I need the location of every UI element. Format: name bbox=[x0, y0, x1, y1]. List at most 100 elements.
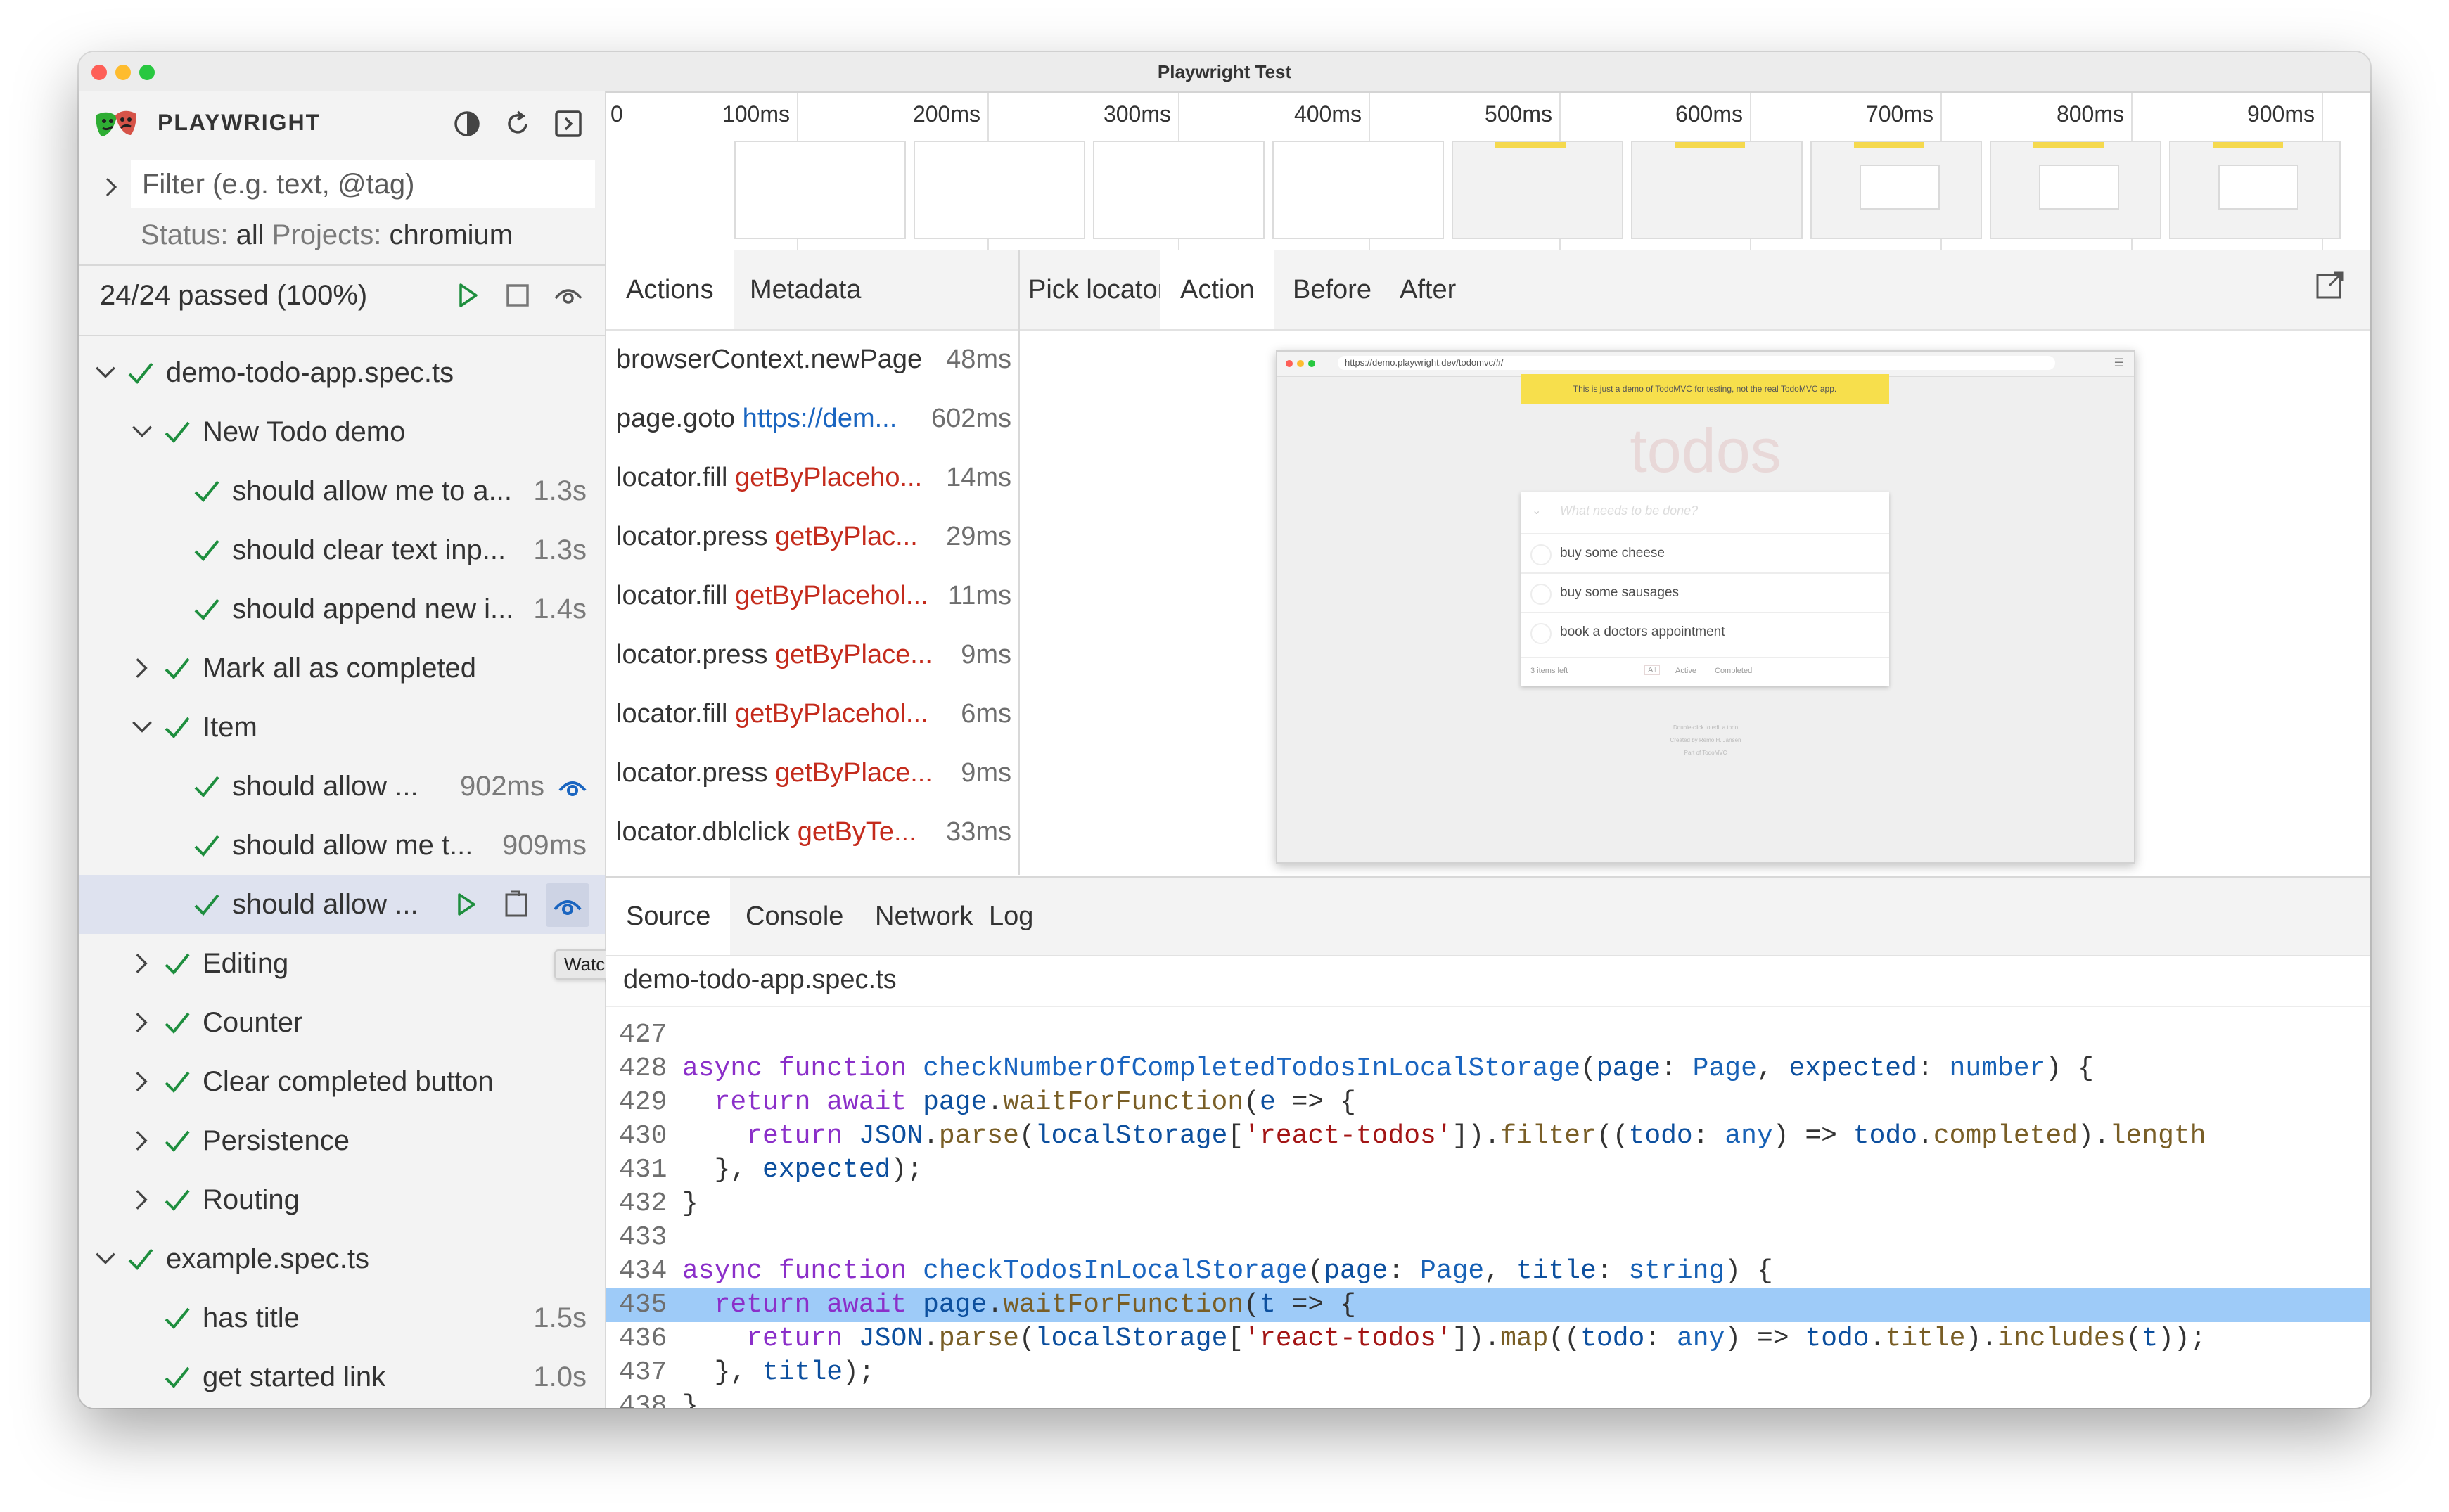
snapshot-info-2: Created by Remo H. Jansen bbox=[1670, 737, 1741, 743]
action-item[interactable]: locator.fill getByPlaceho... 14ms bbox=[606, 449, 1018, 508]
tab-console[interactable]: Console bbox=[726, 878, 863, 955]
code-token: expected bbox=[1789, 1053, 1917, 1084]
chevron-right-icon[interactable] bbox=[128, 1008, 156, 1037]
timeline-tick-label: 200ms bbox=[912, 101, 980, 127]
code-token: title bbox=[762, 1357, 843, 1388]
tree-item-label: should allow ... bbox=[232, 889, 418, 920]
projects-value[interactable]: chromium bbox=[390, 219, 513, 250]
chevron-down-icon[interactable] bbox=[91, 359, 120, 387]
status-value[interactable]: all bbox=[236, 219, 264, 250]
menu-icon: ☰ bbox=[2114, 357, 2124, 369]
timeline[interactable]: 0 100ms 200ms 300ms 400ms 500ms 600ms 700ms 800m… bbox=[606, 93, 2370, 252]
chevron-right-icon[interactable] bbox=[128, 1068, 156, 1096]
action-item[interactable]: locator.dblclick getByTe... 33ms bbox=[606, 803, 1018, 862]
chevron-right-icon[interactable] bbox=[98, 174, 124, 200]
tab-metadata[interactable]: Metadata bbox=[730, 250, 881, 329]
stop-icon[interactable] bbox=[502, 280, 533, 311]
code-token: : bbox=[1917, 1053, 1950, 1084]
tab-actions[interactable]: Actions bbox=[606, 250, 734, 329]
filmstrip-frame[interactable] bbox=[914, 141, 1085, 239]
action-item[interactable]: browserContext.newPage 48ms bbox=[606, 331, 1018, 390]
run-icon[interactable] bbox=[450, 889, 481, 920]
tree-item[interactable]: Counter bbox=[79, 993, 605, 1052]
tree-item[interactable]: should allow ... bbox=[79, 875, 605, 934]
tree-item-label: Mark all as completed bbox=[203, 653, 477, 684]
code-text: }, expected); bbox=[682, 1153, 923, 1187]
code-token: ( bbox=[2125, 1324, 2142, 1354]
show-source-icon[interactable] bbox=[501, 889, 532, 920]
reload-icon[interactable] bbox=[502, 108, 533, 139]
filmstrip-frame[interactable] bbox=[734, 141, 906, 239]
filmstrip-frame[interactable] bbox=[1452, 141, 1623, 239]
tab-before[interactable]: Before bbox=[1273, 250, 1391, 329]
tab-action[interactable]: Action bbox=[1160, 250, 1274, 329]
filmstrip-frame[interactable] bbox=[1990, 141, 2161, 239]
page-snapshot[interactable]: https://demo.playwright.dev/todomvc/#/ ☰… bbox=[1276, 350, 2135, 864]
filmstrip-frame[interactable] bbox=[1093, 141, 1265, 239]
tab-log[interactable]: Log bbox=[969, 878, 1053, 955]
tree-item[interactable]: should clear text inp... 1.3s bbox=[79, 520, 605, 579]
check-icon bbox=[194, 776, 219, 797]
action-argument: getByPlac... bbox=[775, 522, 918, 551]
filmstrip-frame[interactable] bbox=[1631, 141, 1803, 239]
code-token: return bbox=[714, 1087, 827, 1117]
action-item[interactable]: locator.press getByPlace... 9ms bbox=[606, 744, 1018, 803]
watch-button[interactable] bbox=[546, 883, 589, 927]
chevron-down-icon[interactable] bbox=[91, 1245, 120, 1273]
filmstrip-frame[interactable] bbox=[2169, 141, 2341, 239]
code-token: . bbox=[987, 1087, 1004, 1117]
action-item[interactable]: locator.press getByPlac... 29ms bbox=[606, 508, 1018, 567]
tab-after[interactable]: After bbox=[1380, 250, 1476, 329]
open-external-icon[interactable] bbox=[2314, 269, 2346, 301]
tree-item-duration: 1.5s bbox=[533, 1302, 587, 1333]
tree-item[interactable]: example.spec.ts bbox=[79, 1229, 605, 1288]
filter-input[interactable] bbox=[131, 160, 595, 208]
tree-item[interactable]: should allow ... 902ms bbox=[79, 757, 605, 816]
tree-item[interactable]: demo-todo-app.spec.ts bbox=[79, 343, 605, 402]
action-item[interactable]: locator.fill getByPlacehol... 11ms bbox=[606, 567, 1018, 626]
line-number: 435 bbox=[619, 1290, 667, 1320]
action-item[interactable]: locator.fill getByPlacehol... 6ms bbox=[606, 685, 1018, 744]
run-all-icon[interactable] bbox=[452, 280, 482, 311]
tree-item[interactable]: get started link 1.0s bbox=[79, 1347, 605, 1407]
action-name: locator.fill bbox=[616, 463, 728, 492]
snapshot-count: 3 items left bbox=[1530, 667, 1568, 675]
tree-item[interactable]: has title 1.5s bbox=[79, 1288, 605, 1347]
tree-item[interactable]: New Todo demo bbox=[79, 402, 605, 461]
tree-item[interactable]: Routing bbox=[79, 1170, 605, 1229]
chevron-right-icon[interactable] bbox=[128, 1127, 156, 1155]
action-text: browserContext.newPage bbox=[616, 345, 922, 375]
code-token: ); bbox=[890, 1155, 923, 1185]
tree-item[interactable]: should append new i... 1.4s bbox=[79, 579, 605, 639]
chevron-down-icon[interactable] bbox=[128, 713, 156, 741]
tree-item[interactable]: Mark all as completed bbox=[79, 639, 605, 698]
tree-item[interactable]: Persistence bbox=[79, 1111, 605, 1170]
status-projects-line[interactable]: Status: all Projects: chromium bbox=[141, 219, 513, 251]
action-argument: getByTe... bbox=[797, 817, 916, 847]
tree-item[interactable]: should allow me to a... 1.3s bbox=[79, 461, 605, 520]
filmstrip-frame[interactable] bbox=[1272, 141, 1444, 239]
code-token: todo bbox=[1580, 1324, 1645, 1354]
tab-source[interactable]: Source bbox=[606, 878, 731, 955]
theme-toggle-icon[interactable] bbox=[452, 108, 482, 139]
tree-item[interactable]: should allow me t... 909ms bbox=[79, 816, 605, 875]
watch-icon[interactable] bbox=[557, 771, 588, 802]
code-text: return await page.waitForFunction(e => { bbox=[682, 1086, 1356, 1120]
tree-item[interactable]: Editing bbox=[79, 934, 605, 993]
chevron-right-icon[interactable] bbox=[128, 1186, 156, 1214]
action-item[interactable]: locator.press getByPlace... 9ms bbox=[606, 626, 1018, 685]
chevron-down-icon[interactable] bbox=[128, 418, 156, 446]
projects-label: Projects: bbox=[271, 219, 382, 250]
tree-item-duration: 1.3s bbox=[533, 475, 587, 506]
tree-item[interactable]: Clear completed button bbox=[79, 1052, 605, 1111]
filmstrip-frame[interactable] bbox=[1810, 141, 1982, 239]
chevron-right-icon[interactable] bbox=[128, 654, 156, 682]
watch-all-icon[interactable] bbox=[553, 280, 584, 311]
code-line: 437 }, title); bbox=[606, 1356, 2370, 1390]
tab-pick-locator[interactable]: Pick locator bbox=[1020, 250, 1175, 329]
chevron-right-icon[interactable] bbox=[128, 949, 156, 978]
tree-item[interactable]: Item bbox=[79, 698, 605, 757]
toggle-output-icon[interactable] bbox=[553, 108, 584, 139]
action-item[interactable]: page.goto https://dem... 602ms bbox=[606, 390, 1018, 449]
